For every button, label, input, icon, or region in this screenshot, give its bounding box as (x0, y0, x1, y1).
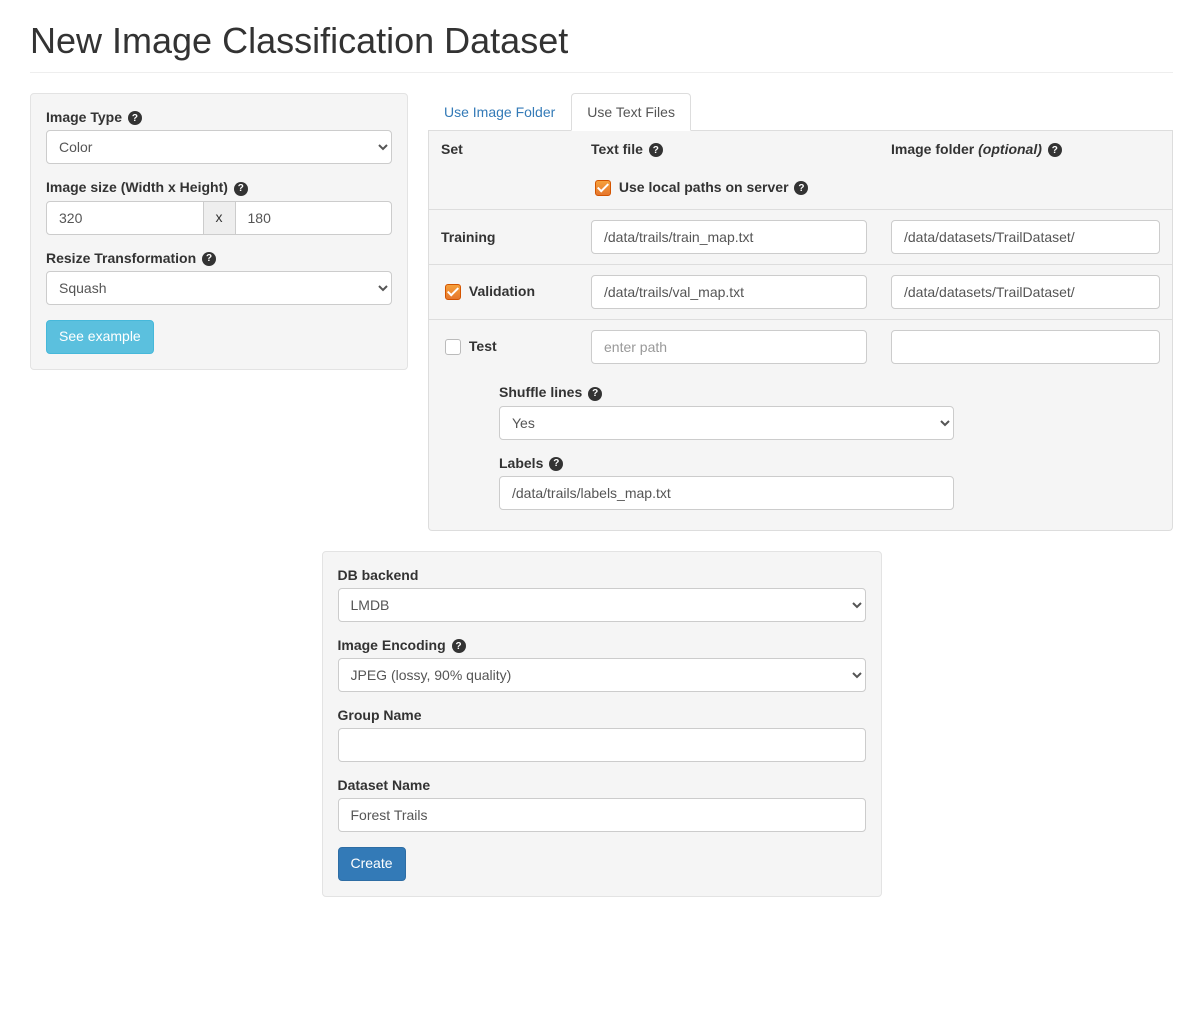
help-icon[interactable]: ? (1048, 143, 1062, 157)
resize-label-text: Resize Transformation (46, 250, 196, 266)
dataset-name-label: Dataset Name (338, 777, 866, 793)
shuffle-label: Shuffle lines ? (499, 384, 954, 400)
image-type-select[interactable]: Color (46, 130, 392, 164)
tab-image-folder[interactable]: Use Image Folder (428, 93, 571, 131)
validation-folder-input[interactable] (891, 275, 1160, 309)
test-row-label: Test (469, 338, 497, 354)
test-folder-input[interactable] (891, 330, 1160, 364)
image-settings-panel: Image Type ? Color Image size (Width x H… (30, 93, 408, 370)
width-input[interactable] (46, 201, 204, 235)
help-icon[interactable]: ? (794, 181, 808, 195)
help-icon[interactable]: ? (452, 639, 466, 653)
training-folder-input[interactable] (891, 220, 1160, 254)
image-size-label-text: Image size (Width x Height) (46, 179, 228, 195)
validation-textfile-input[interactable] (591, 275, 867, 309)
use-local-paths-checkbox[interactable] (595, 180, 611, 196)
db-backend-label: DB backend (338, 567, 866, 583)
col-set-header: Set (429, 131, 579, 167)
height-input[interactable] (235, 201, 393, 235)
group-name-input[interactable] (338, 728, 866, 762)
validation-row[interactable]: Validation (441, 283, 535, 299)
col-imagefolder-header: Image folder (optional) ? (879, 131, 1172, 167)
dataset-name-input[interactable] (338, 798, 866, 832)
see-example-button[interactable]: See example (46, 320, 154, 354)
resize-select[interactable]: Squash (46, 271, 392, 305)
labels-label: Labels ? (499, 455, 954, 471)
test-row[interactable]: Test (441, 338, 497, 354)
validation-checkbox[interactable] (445, 284, 461, 300)
help-icon[interactable]: ? (549, 457, 563, 471)
image-size-group: x (46, 201, 392, 235)
shuffle-select[interactable]: Yes (499, 406, 954, 440)
image-type-label-text: Image Type (46, 109, 122, 125)
size-x-label: x (204, 201, 235, 235)
db-backend-select[interactable]: LMDB (338, 588, 866, 622)
training-row-label: Training (441, 229, 495, 245)
group-name-label: Group Name (338, 707, 866, 723)
source-tabs: Use Image Folder Use Text Files (428, 93, 1173, 131)
text-files-tab-content: Set Text file ? Image folder (optional) … (428, 131, 1173, 531)
image-encoding-label: Image Encoding ? (338, 637, 866, 653)
image-size-label: Image size (Width x Height) ? (46, 179, 392, 195)
image-type-label: Image Type ? (46, 109, 392, 125)
use-local-paths-text: Use local paths on server (619, 179, 789, 195)
col-textfile-header: Text file ? (579, 131, 879, 167)
help-icon[interactable]: ? (649, 143, 663, 157)
help-icon[interactable]: ? (588, 387, 602, 401)
help-icon[interactable]: ? (234, 182, 248, 196)
use-local-paths-label[interactable]: Use local paths on server ? (591, 179, 808, 195)
validation-row-label: Validation (469, 283, 535, 299)
resize-label: Resize Transformation ? (46, 250, 392, 266)
training-textfile-input[interactable] (591, 220, 867, 254)
image-encoding-label-text: Image Encoding (338, 637, 446, 653)
tab-text-files[interactable]: Use Text Files (571, 93, 691, 131)
test-textfile-input[interactable] (591, 330, 867, 364)
dataset-source-panel: Use Image Folder Use Text Files Set Text… (428, 93, 1173, 531)
image-encoding-select[interactable]: JPEG (lossy, 90% quality) (338, 658, 866, 692)
labels-label-text: Labels (499, 455, 543, 471)
help-icon[interactable]: ? (202, 252, 216, 266)
output-settings-panel: DB backend LMDB Image Encoding ? JPEG (l… (322, 551, 882, 897)
test-checkbox[interactable] (445, 339, 461, 355)
set-table: Set Text file ? Image folder (optional) … (429, 131, 1172, 374)
page-title: New Image Classification Dataset (30, 20, 1173, 62)
shuffle-label-text: Shuffle lines (499, 384, 582, 400)
labels-input[interactable] (499, 476, 954, 510)
create-button[interactable]: Create (338, 847, 406, 881)
divider (30, 72, 1173, 73)
help-icon[interactable]: ? (128, 111, 142, 125)
